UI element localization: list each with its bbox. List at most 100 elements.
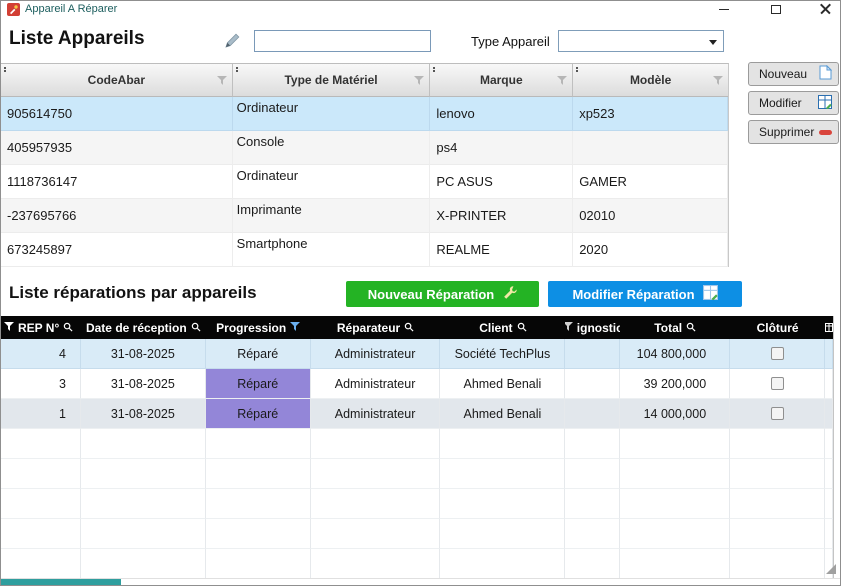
filter-funnel-icon[interactable] bbox=[4, 321, 14, 335]
column-header-diagnostic[interactable]: ignostic bbox=[565, 316, 620, 339]
cell-progression: Réparé bbox=[206, 399, 311, 429]
device-row[interactable]: -237695766 Imprimante X-PRINTER 02010 bbox=[1, 199, 728, 233]
wrench-icon bbox=[502, 285, 517, 303]
document-icon bbox=[819, 65, 832, 83]
resize-grip-icon[interactable] bbox=[826, 564, 836, 574]
device-row[interactable]: 905614750 Ordinateur lenovo xp523 bbox=[1, 97, 728, 131]
empty-row[interactable] bbox=[1, 459, 833, 489]
cell-cloture bbox=[730, 369, 825, 399]
title-bar: Appareil A Réparer bbox=[1, 1, 840, 19]
cell-reparateur: Administrateur bbox=[311, 339, 441, 369]
cell-cloture bbox=[730, 399, 825, 429]
column-header-date[interactable]: Date de réception bbox=[81, 316, 206, 339]
cell-codeabar: 905614750 bbox=[1, 97, 233, 131]
close-button[interactable] bbox=[815, 1, 835, 17]
device-row[interactable]: 405957935 Console ps4 bbox=[1, 131, 728, 165]
column-label: Client bbox=[479, 321, 512, 335]
cell-filler bbox=[825, 369, 833, 399]
column-header-type[interactable]: Type de Matériel bbox=[233, 64, 431, 97]
cell-progression: Réparé bbox=[206, 369, 311, 399]
table-icon[interactable] bbox=[825, 316, 833, 339]
scrollbar-thumb[interactable] bbox=[1, 579, 121, 586]
horizontal-scrollbar[interactable] bbox=[1, 578, 840, 586]
cell-codeabar: 405957935 bbox=[1, 131, 233, 165]
supprimer-button-label: Supprimer bbox=[759, 125, 814, 139]
filter-funnel-icon[interactable] bbox=[414, 75, 424, 89]
filter-funnel-icon[interactable] bbox=[565, 321, 572, 335]
column-header-marque[interactable]: Marque bbox=[430, 64, 573, 97]
column-header-client[interactable]: Client bbox=[440, 316, 565, 339]
type-appareil-combobox[interactable] bbox=[558, 30, 724, 52]
column-header-rep[interactable]: REP N° bbox=[1, 316, 81, 339]
cell-date: 31-08-2025 bbox=[81, 369, 206, 399]
filter-funnel-icon[interactable] bbox=[290, 321, 300, 335]
cell-total: 14 000,000 bbox=[620, 399, 730, 429]
supprimer-button[interactable]: Supprimer bbox=[748, 120, 839, 144]
cell-cloture bbox=[730, 339, 825, 369]
chevron-down-icon bbox=[709, 40, 717, 45]
pen-icon bbox=[221, 30, 242, 51]
cell-client: Ahmed Benali bbox=[440, 399, 565, 429]
filter-funnel-icon[interactable] bbox=[217, 75, 227, 89]
cell-modele bbox=[573, 131, 728, 165]
filter-funnel-icon[interactable] bbox=[557, 75, 567, 89]
cloture-checkbox[interactable] bbox=[771, 377, 784, 390]
header-corner-mark bbox=[236, 67, 238, 69]
search-icon[interactable] bbox=[517, 321, 527, 335]
nouveau-reparation-button[interactable]: Nouveau Réparation bbox=[346, 281, 539, 307]
repair-row[interactable]: 4 31-08-2025 Réparé Administrateur Socié… bbox=[1, 339, 833, 369]
cloture-checkbox[interactable] bbox=[771, 347, 784, 360]
column-label: Clôturé bbox=[757, 321, 799, 335]
nouveau-button[interactable]: Nouveau bbox=[748, 62, 839, 86]
codeabar-search-input[interactable] bbox=[254, 30, 431, 52]
column-label: Réparateur bbox=[337, 321, 400, 335]
empty-row[interactable] bbox=[1, 519, 833, 549]
cell-progression: Réparé bbox=[206, 339, 311, 369]
devices-table-header: CodeAbar Type de Matériel Marque Modèle bbox=[1, 64, 728, 97]
cell-rep: 1 bbox=[1, 399, 81, 429]
cell-marque: X-PRINTER bbox=[430, 199, 573, 233]
cell-marque: PC ASUS bbox=[430, 165, 573, 199]
cell-marque: lenovo bbox=[430, 97, 573, 131]
column-label: Progression bbox=[216, 321, 286, 335]
column-header-total[interactable]: Total bbox=[620, 316, 730, 339]
empty-row[interactable] bbox=[1, 429, 833, 459]
cell-client: Ahmed Benali bbox=[440, 369, 565, 399]
column-header-cloture[interactable]: Clôturé bbox=[730, 316, 825, 339]
repairs-section-title: Liste réparations par appareils bbox=[9, 283, 257, 303]
column-header-modele[interactable]: Modèle bbox=[573, 64, 728, 97]
repair-row[interactable]: 1 31-08-2025 Réparé Administrateur Ahmed… bbox=[1, 399, 833, 429]
modifier-reparation-button[interactable]: Modifier Réparation bbox=[548, 281, 742, 307]
cell-type: Ordinateur bbox=[233, 97, 431, 131]
device-row[interactable]: 673245897 Smartphone REALME 2020 bbox=[1, 233, 728, 267]
cell-type: Ordinateur bbox=[233, 165, 431, 199]
cell-diagnostic bbox=[565, 339, 620, 369]
device-row[interactable]: 1118736147 Ordinateur PC ASUS GAMER bbox=[1, 165, 728, 199]
cell-diagnostic bbox=[565, 399, 620, 429]
column-header-reparateur[interactable]: Réparateur bbox=[311, 316, 441, 339]
empty-row[interactable] bbox=[1, 549, 833, 578]
search-icon[interactable] bbox=[191, 321, 201, 335]
minimize-button[interactable] bbox=[714, 1, 734, 17]
table-edit-icon bbox=[703, 285, 718, 303]
empty-row[interactable] bbox=[1, 489, 833, 519]
filter-funnel-icon[interactable] bbox=[713, 75, 723, 89]
maximize-button[interactable] bbox=[766, 1, 786, 17]
column-header-progression[interactable]: Progression bbox=[206, 316, 311, 339]
column-label: ignostic bbox=[577, 321, 620, 335]
red-minus-icon bbox=[819, 125, 832, 139]
search-icon[interactable] bbox=[404, 321, 414, 335]
cell-modele: xp523 bbox=[573, 97, 728, 131]
cell-codeabar: 1118736147 bbox=[1, 165, 233, 199]
repairs-table: REP N° Date de réception Progression Rép… bbox=[1, 316, 834, 578]
search-icon[interactable] bbox=[686, 321, 696, 335]
cell-marque: ps4 bbox=[430, 131, 573, 165]
modifier-button[interactable]: Modifier bbox=[748, 91, 839, 115]
cell-codeabar: -237695766 bbox=[1, 199, 233, 233]
search-icon[interactable] bbox=[63, 321, 73, 335]
cloture-checkbox[interactable] bbox=[771, 407, 784, 420]
column-header-codeabar[interactable]: CodeAbar bbox=[1, 64, 233, 97]
header-corner-mark bbox=[4, 67, 6, 69]
cell-type: Imprimante bbox=[233, 199, 431, 233]
repair-row[interactable]: 3 31-08-2025 Réparé Administrateur Ahmed… bbox=[1, 369, 833, 399]
